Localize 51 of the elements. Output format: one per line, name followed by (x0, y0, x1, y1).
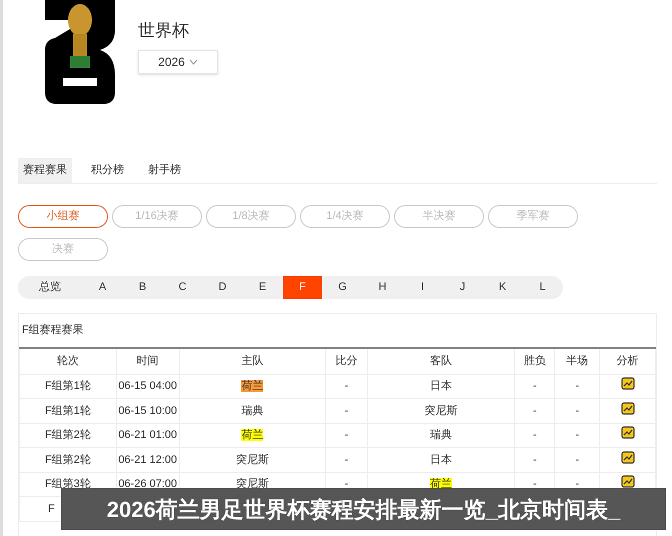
table-cell: - (326, 423, 368, 448)
tab[interactable]: 积分榜 (86, 158, 129, 183)
column-header: 轮次 (20, 348, 116, 374)
caption-banner: 2026荷兰男足世界杯赛程安排最新一览_北京时间表_ (61, 488, 666, 530)
column-header: 半场 (554, 348, 600, 374)
column-header: 胜负 (514, 348, 555, 374)
team-name: 突尼斯 (236, 454, 269, 466)
team-name: 突尼斯 (424, 404, 458, 416)
card-title: F组赛程赛果 (22, 322, 84, 338)
tab[interactable]: 赛程赛果 (18, 158, 72, 183)
team-name: 瑞典 (241, 404, 264, 416)
column-header: 比分 (326, 348, 368, 374)
table-cell: F组第1轮 (20, 374, 116, 398)
stage-pill[interactable]: 小组赛 (18, 205, 108, 228)
table-cell: F组第1轮 (20, 398, 116, 423)
table-cell: 06-15 04:00 (116, 374, 180, 398)
chart-icon[interactable] (620, 402, 635, 414)
chevron-down-icon (188, 58, 198, 64)
table-cell: - (514, 448, 555, 472)
table-cell: - (326, 448, 368, 472)
team-name: 荷兰 (241, 380, 264, 392)
table-cell: - (554, 374, 600, 398)
year-select[interactable]: 2026 (138, 50, 218, 74)
chart-icon[interactable] (620, 475, 635, 488)
table-cell: - (554, 398, 600, 423)
table-cell: 06-21 12:00 (116, 448, 180, 472)
chart-icon[interactable] (620, 426, 635, 439)
tab[interactable]: 射手榜 (143, 158, 186, 183)
table-cell: - (326, 398, 368, 423)
column-header: 主队 (179, 348, 326, 374)
team-name: 日本 (430, 380, 452, 392)
column-header: 分析 (600, 348, 656, 374)
table-cell: - (554, 448, 600, 472)
team-name: 荷兰 (241, 429, 264, 441)
column-header: 客队 (367, 348, 515, 374)
team-name: 日本 (430, 454, 452, 466)
table-cell: 06-21 01:00 (116, 423, 180, 448)
chart-icon[interactable] (620, 450, 635, 464)
table-cell: - (514, 374, 555, 398)
table-cell: - (554, 423, 600, 448)
table-cell: 06-15 10:00 (116, 398, 180, 423)
table-cell: F组第2轮 (20, 448, 116, 472)
team-name: 瑞典 (430, 429, 452, 441)
table-cell: - (326, 374, 368, 398)
chart-icon[interactable] (620, 377, 635, 390)
table-cell: F组第2轮 (20, 423, 116, 448)
table-cell: - (514, 423, 555, 448)
page-title: 世界杯 (138, 20, 190, 42)
table-cell: - (514, 398, 555, 423)
column-header: 时间 (116, 348, 180, 374)
team-name: 突尼斯 (236, 478, 269, 490)
